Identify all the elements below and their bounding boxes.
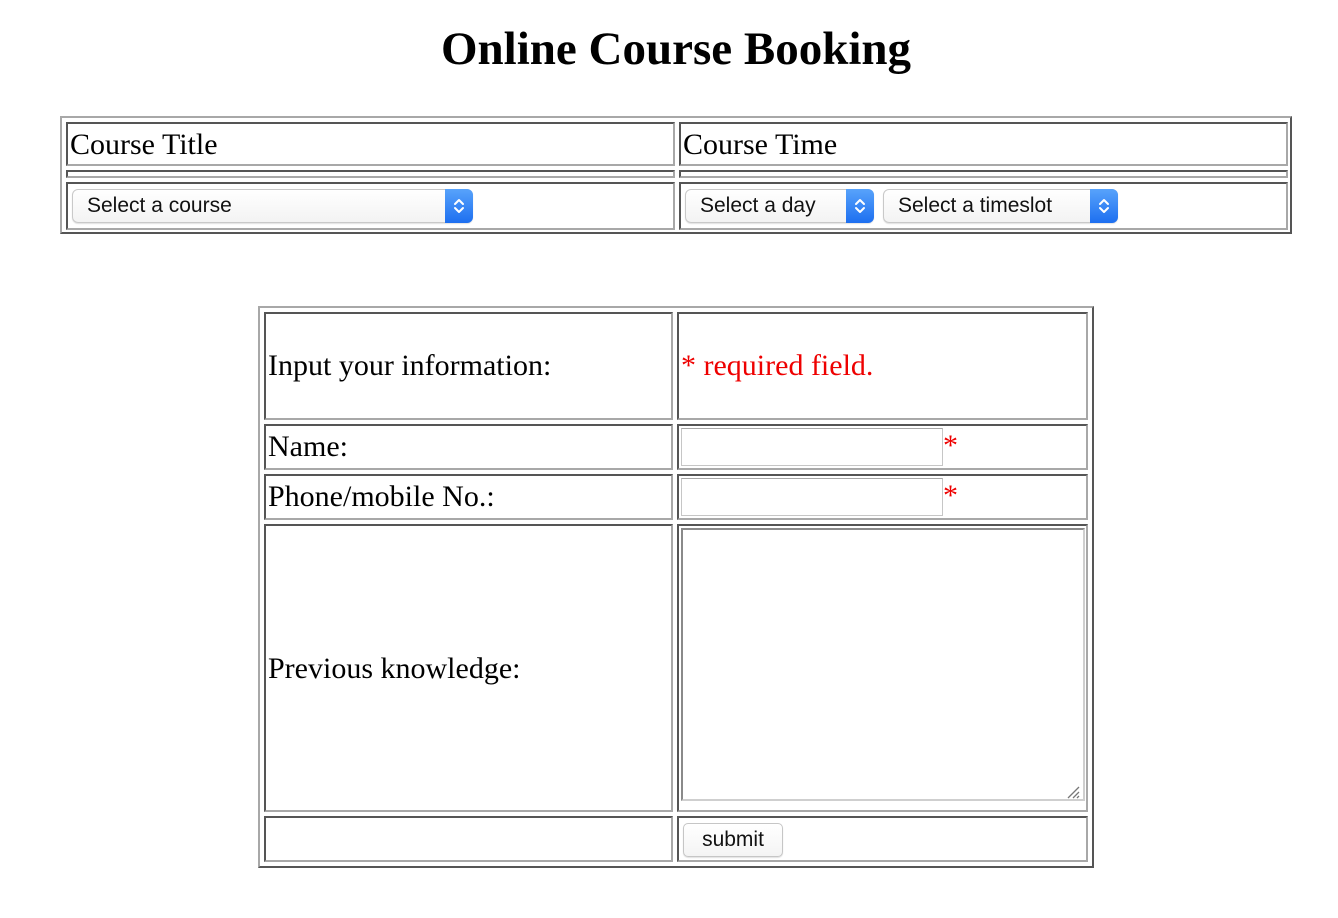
course-title-header-cell: Course Title: [66, 122, 675, 166]
chevron-updown-icon: [1090, 189, 1118, 223]
course-select-value: Select a course: [87, 194, 232, 217]
name-input[interactable]: [681, 428, 943, 466]
required-asterisk: *: [943, 429, 958, 462]
name-input-cell: *: [677, 424, 1088, 470]
empty-cell: [264, 816, 673, 862]
page-title: Online Course Booking: [440, 23, 912, 75]
empty-row-cell: [679, 170, 1288, 178]
knowledge-input-cell: [677, 524, 1088, 812]
timeslot-select[interactable]: Select a timeslot: [883, 189, 1118, 223]
course-table: Course Title Course Time Select a course…: [60, 116, 1292, 234]
submit-button[interactable]: submit: [683, 823, 783, 857]
intro-label-cell: Input your information:: [264, 312, 673, 420]
chevron-updown-icon: [846, 189, 874, 223]
submit-cell: submit: [677, 816, 1088, 862]
course-select-cell: Select a course: [66, 182, 675, 230]
info-form-table: Input your information: * required field…: [258, 306, 1094, 868]
course-title-header: Course Title: [70, 128, 218, 161]
phone-label-cell: Phone/mobile No.:: [264, 474, 673, 520]
required-asterisk: *: [943, 479, 958, 512]
course-time-select-cell: Select a day Select a timeslot: [679, 182, 1288, 230]
course-time-header-cell: Course Time: [679, 122, 1288, 166]
phone-input-cell: *: [677, 474, 1088, 520]
required-note: * required field.: [681, 349, 874, 382]
course-select[interactable]: Select a course: [72, 189, 473, 223]
day-select[interactable]: Select a day: [685, 189, 874, 223]
timeslot-select-value: Select a timeslot: [898, 194, 1053, 217]
knowledge-label: Previous knowledge:: [268, 652, 521, 685]
phone-input[interactable]: [681, 478, 943, 516]
booking-page: Online Course Booking Course Title Cours…: [0, 0, 1338, 918]
name-label-cell: Name:: [264, 424, 673, 470]
day-select-value: Select a day: [700, 194, 816, 217]
name-label: Name:: [268, 430, 348, 463]
phone-label: Phone/mobile No.:: [268, 480, 495, 513]
intro-label: Input your information:: [268, 349, 552, 382]
knowledge-textarea[interactable]: [681, 528, 1085, 801]
chevron-updown-icon: [445, 189, 473, 223]
resize-grip-icon[interactable]: [1066, 785, 1080, 804]
knowledge-label-cell: Previous knowledge:: [264, 524, 673, 812]
empty-row-cell: [66, 170, 675, 178]
required-note-cell: * required field.: [677, 312, 1088, 420]
course-time-header: Course Time: [683, 128, 838, 161]
